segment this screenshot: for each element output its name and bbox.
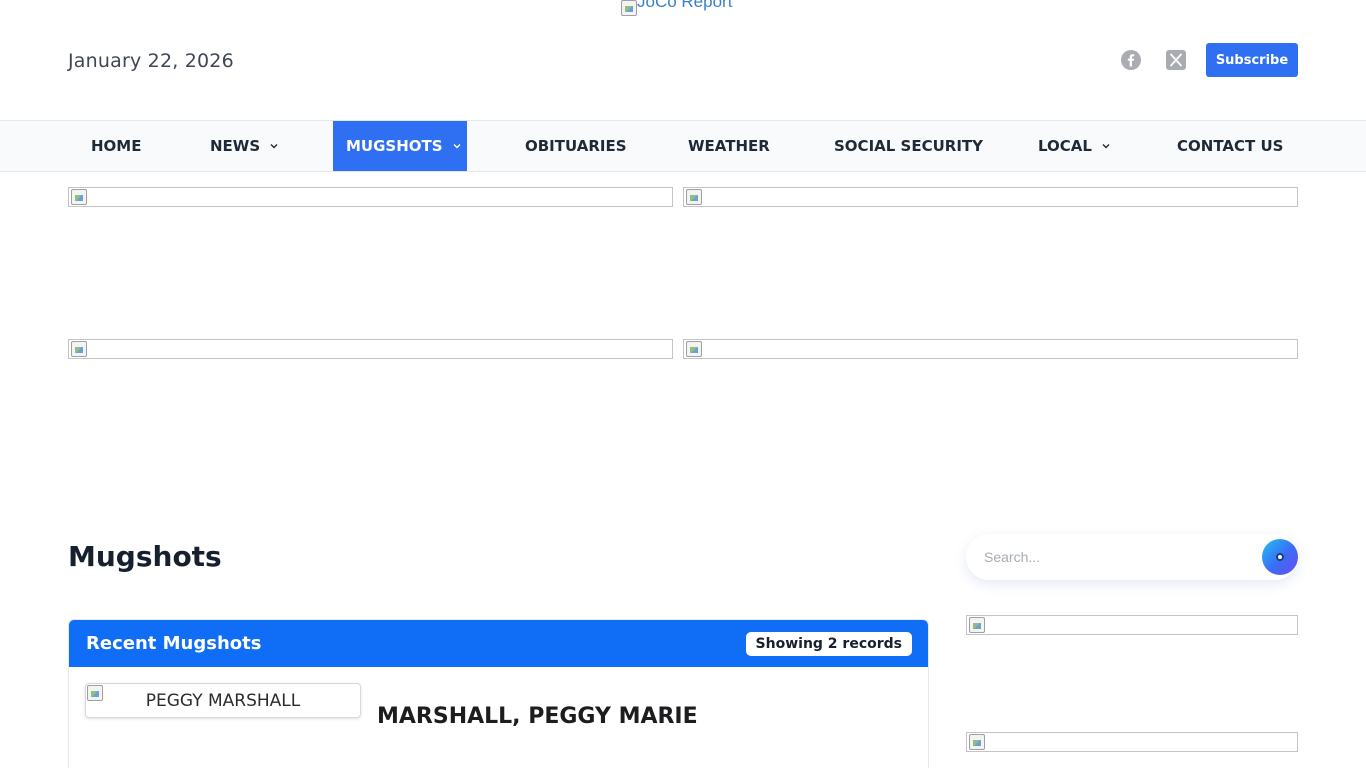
nav-item-social-security[interactable]: SOCIAL SECURITY bbox=[834, 121, 983, 171]
mugshot-name-link[interactable]: MARSHALL, PEGGY MARIE bbox=[377, 704, 698, 729]
page-title: Mugshots bbox=[68, 540, 222, 573]
nav-item-mugshots[interactable]: MUGSHOTS bbox=[333, 121, 467, 171]
broken-image-icon bbox=[621, 0, 637, 16]
site-logo[interactable]: JoCo Report bbox=[621, 0, 732, 20]
broken-image-icon bbox=[71, 189, 87, 205]
chevron-down-icon bbox=[1102, 142, 1110, 150]
panel-title: Recent Mugshots bbox=[86, 633, 262, 654]
nav-item-local[interactable]: LOCAL bbox=[1038, 121, 1110, 171]
nav-item-label: OBITUARIES bbox=[525, 137, 627, 155]
sidebar-ad-image[interactable] bbox=[966, 732, 1298, 752]
current-date: January 22, 2026 bbox=[68, 50, 234, 72]
banner-ad-image[interactable] bbox=[683, 187, 1298, 207]
search-form bbox=[966, 534, 1298, 580]
nav-item-weather[interactable]: WEATHER bbox=[688, 121, 770, 171]
nav-item-label: WEATHER bbox=[688, 137, 770, 155]
nav-item-label: NEWS bbox=[210, 137, 261, 155]
logo-alt-text: JoCo Report bbox=[637, 0, 733, 11]
facebook-link[interactable] bbox=[1120, 49, 1142, 71]
x-twitter-icon bbox=[1166, 50, 1186, 70]
banner-ad-image[interactable] bbox=[68, 339, 673, 359]
banner-ad-image[interactable] bbox=[683, 339, 1298, 359]
broken-image-icon bbox=[686, 189, 702, 205]
main-navigation: HOME NEWS MUGSHOTS OBITUARIES WEATHER SO… bbox=[0, 120, 1366, 172]
nav-item-label: CONTACT US bbox=[1177, 137, 1284, 155]
search-input[interactable] bbox=[984, 534, 1254, 580]
subscribe-button[interactable]: Subscribe bbox=[1206, 43, 1298, 77]
recent-mugshots-panel: Recent Mugshots Showing 2 records PEGGY … bbox=[68, 619, 929, 768]
banner-ad-image[interactable] bbox=[68, 187, 673, 207]
chevron-down-icon bbox=[453, 142, 461, 150]
broken-image-icon bbox=[969, 734, 985, 750]
nav-item-label: HOME bbox=[91, 137, 142, 155]
nav-item-home[interactable]: HOME bbox=[91, 121, 141, 171]
panel-header: Recent Mugshots Showing 2 records bbox=[69, 620, 928, 667]
facebook-icon bbox=[1121, 50, 1141, 70]
nav-item-label: LOCAL bbox=[1038, 137, 1092, 155]
mugshot-image[interactable]: PEGGY MARSHALL bbox=[85, 683, 361, 718]
broken-image-icon bbox=[969, 617, 985, 633]
nav-item-news[interactable]: NEWS bbox=[210, 121, 278, 171]
sidebar-ad-image[interactable] bbox=[966, 615, 1298, 635]
nav-item-contact-us[interactable]: CONTACT US bbox=[1177, 121, 1283, 171]
records-count-badge: Showing 2 records bbox=[745, 631, 912, 656]
chevron-down-icon bbox=[270, 142, 278, 150]
broken-image-icon bbox=[686, 341, 702, 357]
search-button[interactable] bbox=[1262, 539, 1298, 575]
broken-image-icon bbox=[71, 341, 87, 357]
nav-item-obituaries[interactable]: OBITUARIES bbox=[525, 121, 627, 171]
search-icon bbox=[1276, 553, 1284, 561]
nav-item-label: SOCIAL SECURITY bbox=[834, 137, 983, 155]
x-twitter-link[interactable] bbox=[1165, 49, 1187, 71]
nav-item-label: MUGSHOTS bbox=[346, 137, 443, 155]
broken-image-icon bbox=[87, 685, 103, 701]
mugshot-image-alt: PEGGY MARSHALL bbox=[145, 691, 301, 711]
